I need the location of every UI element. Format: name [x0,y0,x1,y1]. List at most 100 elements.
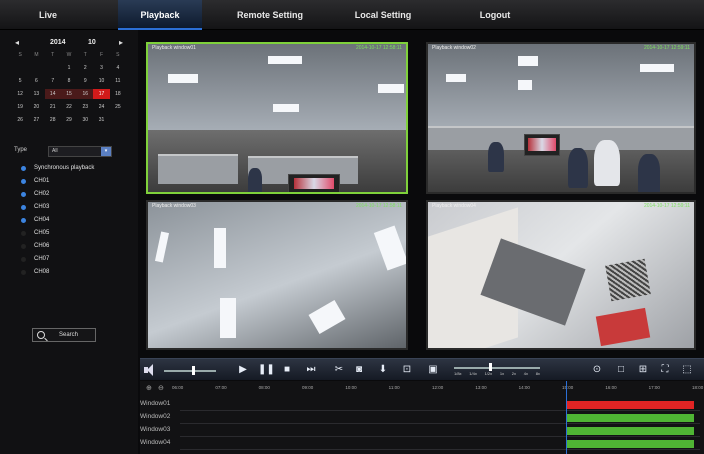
playback-window-4[interactable]: Playback window04 2014-10-17 12:59:11 [426,200,696,350]
playback-window-2[interactable]: Playback window02 2014-10-17 12:59:11 [426,42,696,194]
recording-bar[interactable] [566,401,694,409]
exit-icon[interactable]: ⬚ [680,363,694,377]
hour-label: 12:00 [432,385,444,390]
calendar-day[interactable]: 10 [93,76,109,86]
volume-icon[interactable] [144,363,156,377]
timeline-track[interactable]: Window01 [140,399,704,411]
hour-label: 16:00 [605,385,617,390]
calendar-day[interactable]: 31 [93,115,109,125]
calendar-day[interactable]: 22 [61,102,77,112]
volume-slider[interactable] [164,363,216,377]
weekday-label: W [66,52,72,58]
recording-bar[interactable] [566,427,694,435]
snapshot-icon[interactable]: ⊙ [590,363,604,377]
nav-local-setting[interactable]: Local Setting [338,0,428,30]
search-button[interactable]: Search [32,328,96,342]
calendar-day[interactable]: 14 [44,89,61,99]
channel-checkbox[interactable]: CH04 [20,214,130,227]
calendar-day[interactable]: 17 [93,89,110,99]
calendar-day[interactable]: 25 [110,102,126,112]
channel-label: CH08 [34,269,50,275]
recording-bar[interactable] [566,440,694,448]
zoom-in-icon[interactable]: ⊕ [146,384,152,392]
play-icon[interactable]: ▶ [236,363,250,377]
channel-checkbox[interactable]: Synchronous playback [20,162,130,175]
download-icon[interactable]: ⬇ [376,363,390,377]
window-label: Playback window03 [152,203,196,209]
window-label: Playback window04 [432,203,476,209]
nav-live[interactable]: Live [20,0,76,30]
channel-checkbox[interactable]: CH05 [20,227,130,240]
calendar-day[interactable]: 4 [110,63,126,73]
calendar-day[interactable]: 18 [110,89,126,99]
speed-mark: 2x [511,371,517,376]
fit-screen-icon[interactable]: ▣ [426,363,440,377]
zoom-out-icon[interactable]: ⊖ [158,384,164,392]
channel-list: Synchronous playback CH01 CH02 CH03 CH04 CH05… [20,162,130,279]
channel-checkbox[interactable]: CH06 [20,240,130,253]
next-month-arrow-icon[interactable]: ▸ [114,36,128,50]
playback-window-1[interactable]: Playback window01 2014-10-17 12:58:11 [146,42,408,194]
checkbox-dot-icon [21,231,26,236]
speed-slider[interactable]: 1/8x 1/4x 1/2x 1x 2x 4x 8x [454,363,540,377]
calendar-day[interactable]: 7 [45,76,61,86]
prev-month-arrow-icon[interactable]: ◂ [10,36,24,50]
chevron-down-icon[interactable]: ▾ [101,147,111,156]
nav-playback[interactable]: Playback [118,0,202,30]
calendar-day[interactable]: 13 [28,89,44,99]
speed-mark: 1/8x [454,371,462,376]
calendar-day[interactable]: 5 [12,76,28,86]
timeline-track[interactable]: Window04 [140,438,704,450]
playback-window-3[interactable]: Playback window03 2014-10-17 12:58:11 [146,200,408,350]
camera-icon[interactable]: ◙ [352,363,366,377]
calendar-day[interactable]: 11 [110,76,126,86]
calendar-day[interactable]: 16 [77,89,94,99]
calendar-day[interactable]: 9 [77,76,93,86]
step-forward-icon[interactable]: ⏭ [304,363,318,377]
channel-checkbox[interactable]: CH07 [20,253,130,266]
calendar-day[interactable]: 29 [61,115,77,125]
stop-icon[interactable]: ■ [280,363,294,377]
record-type-select[interactable]: All ▾ [48,146,112,157]
speed-marks: 1/8x 1/4x 1/2x 1x 2x 4x 8x [454,371,540,376]
recording-bar[interactable] [566,414,694,422]
calendar-day[interactable]: 2 [77,63,93,73]
channel-checkbox[interactable]: CH08 [20,266,130,279]
calendar-day[interactable]: 26 [12,115,28,125]
calendar-day[interactable]: 23 [77,102,93,112]
checkbox-dot-icon [21,179,26,184]
fullscreen-icon[interactable]: ⛶ [658,363,672,377]
calendar-year: 2014 [50,39,66,46]
calendar-day[interactable]: 20 [28,102,44,112]
nav-logout[interactable]: Logout [460,0,530,30]
nav-remote-setting[interactable]: Remote Setting [222,0,318,30]
calendar-header: ◂ 2014 10 ▸ [10,36,128,50]
calendar-day[interactable]: 30 [77,115,93,125]
layout-1-icon[interactable]: □ [614,363,628,377]
clip-icon[interactable]: ✂ [332,363,346,377]
channel-checkbox[interactable]: CH03 [20,201,130,214]
channel-checkbox[interactable]: CH01 [20,175,130,188]
window-timestamp: 2014-10-17 12:58:11 [355,203,402,209]
calendar-day[interactable]: 12 [12,89,28,99]
calendar-day[interactable]: 6 [28,76,44,86]
pause-icon[interactable]: ❚❚ [258,363,275,377]
checkbox-dot-icon [21,218,26,223]
calendar-day[interactable]: 21 [45,102,61,112]
calendar-day[interactable]: 27 [28,115,44,125]
calendar-day[interactable]: 15 [60,89,78,99]
calendar-day[interactable]: 1 [61,63,77,73]
window-label: Playback window01 [152,45,196,51]
calendar-day[interactable]: 28 [45,115,61,125]
digital-zoom-icon[interactable]: ⊡ [400,363,414,377]
track-label: Window01 [140,400,171,407]
playhead-line[interactable] [566,381,567,454]
layout-4-icon[interactable]: ⊞ [636,363,650,377]
channel-checkbox[interactable]: CH02 [20,188,130,201]
calendar-day[interactable]: 3 [93,63,109,73]
calendar-day[interactable]: 24 [93,102,109,112]
timeline-track[interactable]: Window02 [140,412,704,424]
calendar-day[interactable]: 19 [12,102,28,112]
calendar-day[interactable]: 8 [61,76,77,86]
timeline-track[interactable]: Window03 [140,425,704,437]
